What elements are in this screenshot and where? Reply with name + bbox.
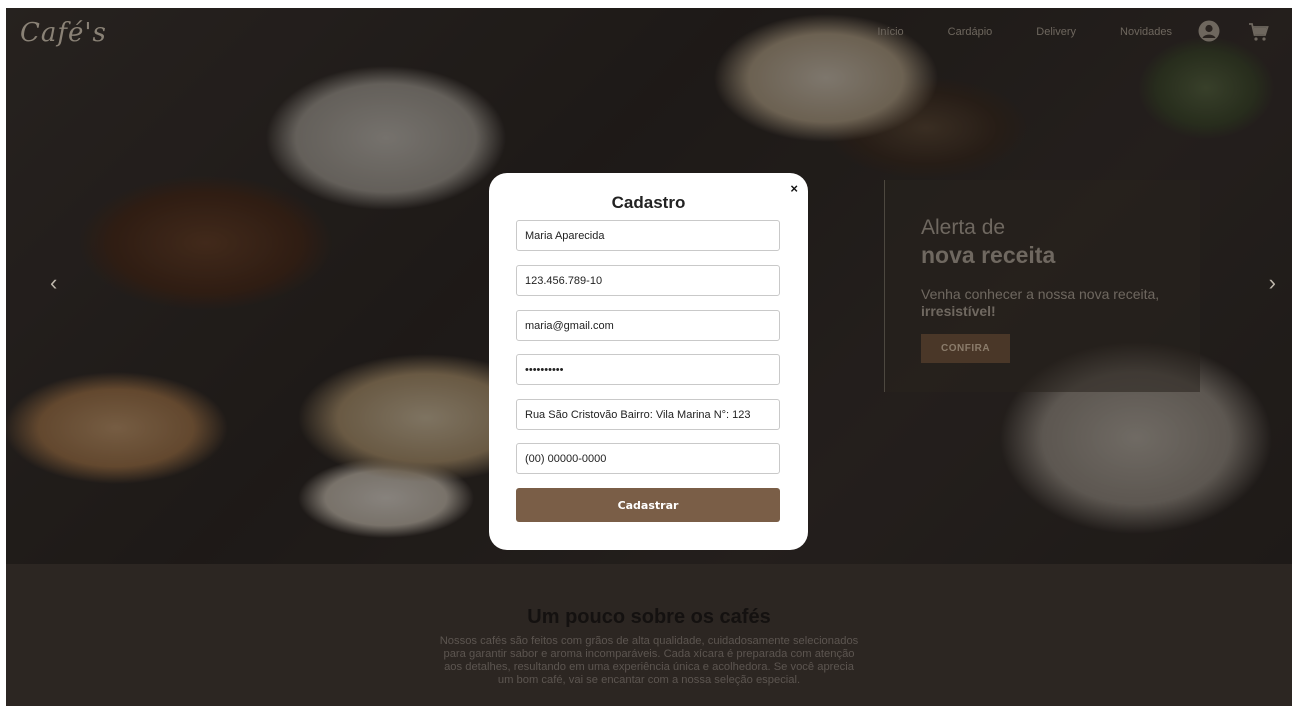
carousel-prev-icon[interactable]: ‹ (50, 270, 57, 296)
password-input[interactable] (516, 354, 780, 385)
nav-item-delivery[interactable]: Delivery (1036, 26, 1076, 38)
promo-card: Alerta de nova receita Venha conhecer a … (884, 180, 1200, 392)
cart-icon[interactable] (1248, 22, 1270, 42)
promo-description: Venha conhecer a nossa nova receita, irr… (921, 286, 1191, 320)
about-text: Nossos cafés são feitos com grãos de alt… (439, 635, 859, 686)
promo-title-line1: Alerta de (921, 216, 1006, 239)
close-icon[interactable]: × (790, 181, 798, 196)
main-nav: Início Cardápio Delivery Novidades (877, 26, 1172, 38)
user-icon[interactable] (1198, 20, 1220, 42)
nav-item-inicio[interactable]: Início (877, 26, 903, 38)
promo-confira-button[interactable]: CONFIRA (921, 334, 1011, 363)
about-section: Um pouco sobre os cafés Nossos cafés são… (6, 564, 1292, 706)
promo-description-bold: irresistível! (921, 303, 996, 319)
email-input[interactable] (516, 310, 780, 341)
name-input[interactable] (516, 220, 780, 251)
address-input[interactable] (516, 399, 780, 430)
nav-item-novidades[interactable]: Novidades (1120, 26, 1172, 38)
cpf-input[interactable] (516, 265, 780, 296)
signup-modal: × Cadastro Cadastrar (489, 173, 808, 550)
carousel-next-icon[interactable]: › (1269, 270, 1276, 296)
cadastrar-button[interactable]: Cadastrar (516, 488, 780, 522)
nav-item-cardapio[interactable]: Cardápio (948, 26, 993, 38)
promo-description-text: Venha conhecer a nossa nova receita, (921, 286, 1160, 302)
phone-input[interactable] (516, 443, 780, 474)
site-logo[interactable]: Café's (20, 18, 107, 48)
about-heading: Um pouco sobre os cafés (527, 606, 771, 628)
promo-title-line2: nova receita (921, 242, 1056, 268)
modal-title: Cadastro (611, 193, 686, 212)
